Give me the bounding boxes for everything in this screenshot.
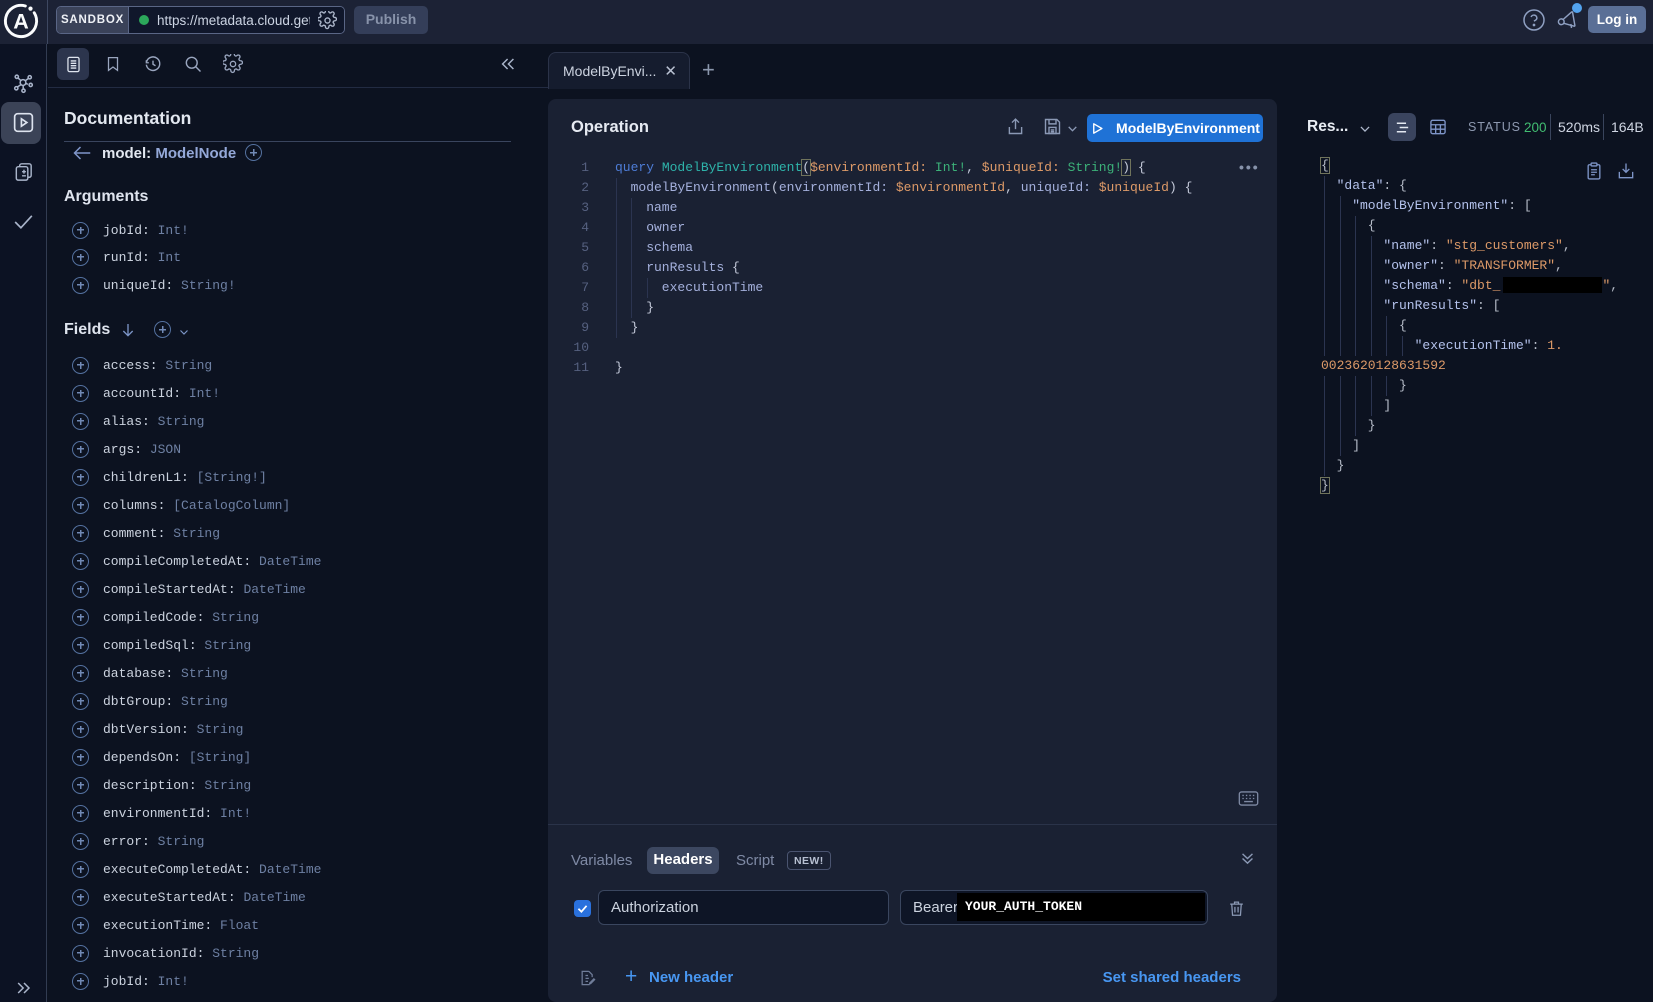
svg-text:A: A <box>13 10 29 34</box>
